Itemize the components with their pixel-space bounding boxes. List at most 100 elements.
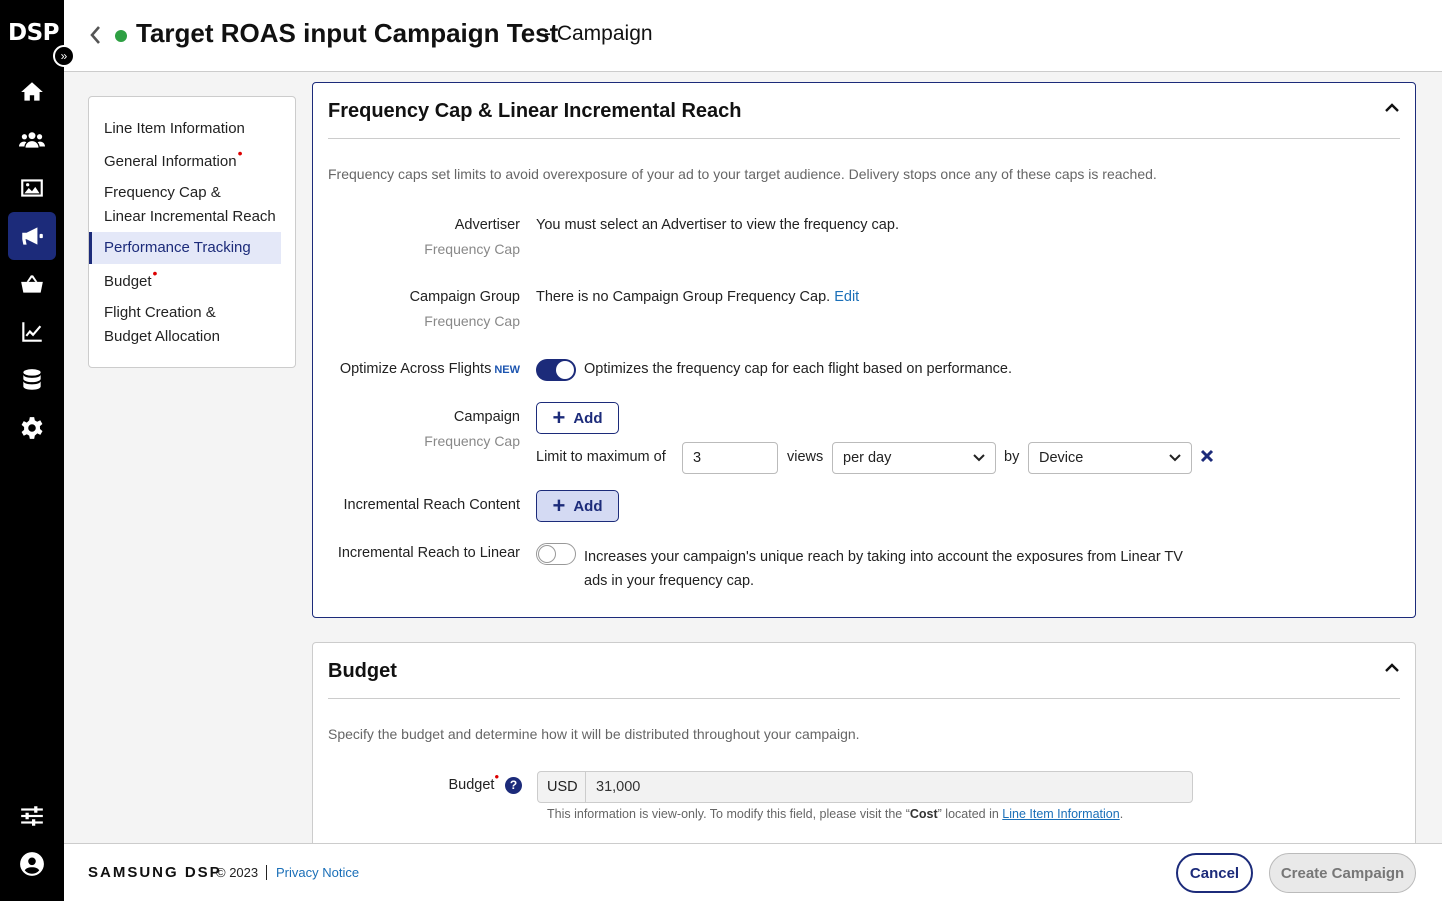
frequency-cap-description: Frequency caps set limits to avoid overe… bbox=[328, 166, 1157, 182]
edit-campaign-group-link[interactable]: Edit bbox=[834, 289, 859, 305]
budget-amount-value: 31,000 bbox=[596, 779, 641, 795]
incremental-reach-linear-label: Incremental Reach to Linear bbox=[337, 545, 520, 561]
views-label: views bbox=[787, 449, 824, 465]
collapse-chevron-up-icon[interactable] bbox=[1384, 661, 1400, 679]
campaign-group-sublabel: Frequency Cap bbox=[424, 313, 520, 329]
section-nav-label: Line Item Information bbox=[104, 120, 245, 137]
status-active-dot bbox=[115, 30, 127, 42]
audience-icon[interactable] bbox=[8, 116, 56, 164]
page-header: Target ROAS input Campaign Test - Campai… bbox=[64, 0, 1442, 72]
budget-panel-header[interactable]: Budget bbox=[328, 643, 1400, 699]
settings-gear-icon[interactable] bbox=[8, 404, 56, 452]
section-nav-general-information[interactable]: General Information• bbox=[89, 145, 281, 174]
optimize-description: Optimizes the frequency cap for each fli… bbox=[584, 361, 1012, 377]
page-title: Target ROAS input Campaign Test bbox=[136, 18, 559, 48]
collapse-chevron-up-icon[interactable] bbox=[1384, 101, 1400, 119]
budget-panel-title: Budget bbox=[328, 660, 397, 682]
page-footer: SAMSUNG DSP © 2023 Privacy Notice Cancel… bbox=[64, 843, 1442, 901]
campaign-group-text: There is no Campaign Group Frequency Cap… bbox=[536, 289, 831, 305]
frequency-limit-input[interactable]: 3 bbox=[682, 442, 778, 474]
add-button-label: Add bbox=[573, 409, 603, 427]
advertiser-value: You must select an Advertiser to view th… bbox=[536, 217, 899, 233]
help-question-icon[interactable]: ? bbox=[505, 777, 522, 794]
remove-frequency-cap-close-icon[interactable] bbox=[1200, 447, 1214, 468]
left-navigation-rail: DSP » bbox=[0, 0, 75, 901]
note-text: This information is view-only. To modify… bbox=[547, 807, 910, 821]
note-text: ” located in bbox=[937, 807, 1003, 821]
creative-image-icon[interactable] bbox=[8, 164, 56, 212]
frequency-period-select[interactable]: per day bbox=[832, 442, 996, 474]
privacy-notice-link[interactable]: Privacy Notice bbox=[276, 865, 359, 880]
chevron-down-icon bbox=[972, 451, 986, 469]
samsung-dsp-logo: SAMSUNG DSP bbox=[88, 864, 222, 881]
section-navigation: Line Item Information General Informatio… bbox=[88, 96, 296, 368]
copyright-text: © 2023 bbox=[216, 865, 268, 880]
add-campaign-frequency-cap-button[interactable]: + Add bbox=[536, 402, 619, 434]
section-nav-frequency-cap[interactable]: Frequency Cap & Linear Incremental Reach bbox=[89, 181, 281, 229]
note-bold-cost: Cost bbox=[909, 807, 938, 821]
back-chevron-icon[interactable] bbox=[88, 22, 102, 53]
currency-label: USD bbox=[538, 772, 586, 802]
add-button-label: Add bbox=[573, 497, 603, 515]
required-marker: • bbox=[152, 265, 158, 281]
by-selected-value: Device bbox=[1039, 450, 1084, 466]
frequency-cap-panel-title: Frequency Cap & Linear Incremental Reach bbox=[328, 100, 742, 122]
advertiser-sublabel: Frequency Cap bbox=[424, 241, 520, 257]
frequency-cap-panel: Frequency Cap & Linear Incremental Reach… bbox=[312, 82, 1416, 618]
section-nav-label: Flight Creation & bbox=[104, 304, 216, 321]
section-nav-label-line2: Budget Allocation bbox=[104, 328, 220, 345]
campaign-group-value: There is no Campaign Group Frequency Cap… bbox=[536, 289, 859, 305]
incremental-reach-linear-toggle[interactable] bbox=[536, 543, 576, 565]
incremental-linear-description-line1: Increases your campaign's unique reach b… bbox=[584, 549, 1183, 565]
user-account-icon[interactable] bbox=[8, 840, 56, 888]
campaign-group-label: Campaign Group bbox=[409, 289, 520, 305]
section-nav-flight-creation[interactable]: Flight Creation & Budget Allocation bbox=[89, 301, 281, 349]
database-icon[interactable] bbox=[8, 356, 56, 404]
basket-icon[interactable] bbox=[8, 260, 56, 308]
incremental-linear-description: Increases your campaign's unique reach b… bbox=[584, 545, 1183, 593]
required-marker: • bbox=[237, 145, 243, 161]
line-item-information-link[interactable]: Line Item Information bbox=[1002, 807, 1119, 821]
limit-prefix-label: Limit to maximum of bbox=[536, 449, 666, 465]
new-badge: NEW bbox=[494, 364, 520, 376]
budget-view-only-note: This information is view-only. To modify… bbox=[547, 807, 1123, 821]
section-nav-budget[interactable]: Budget• bbox=[89, 265, 281, 294]
expand-rail-button[interactable]: » bbox=[53, 45, 75, 67]
frequency-cap-panel-header[interactable]: Frequency Cap & Linear Incremental Reach bbox=[328, 83, 1400, 139]
campaign-frequency-label: Campaign bbox=[453, 409, 520, 425]
dsp-logo: DSP bbox=[8, 20, 60, 46]
section-nav-performance-tracking[interactable]: Performance Tracking bbox=[89, 232, 281, 264]
reports-chart-icon[interactable] bbox=[8, 308, 56, 356]
budget-field-label: Budget•? bbox=[300, 769, 522, 794]
advertiser-label: Advertiser bbox=[454, 217, 520, 233]
budget-description: Specify the budget and determine how it … bbox=[328, 726, 860, 742]
optimize-across-flights-toggle[interactable] bbox=[536, 359, 576, 381]
budget-label-text: Budget bbox=[448, 777, 495, 793]
optimize-across-flights-label: Optimize Across Flights NEW bbox=[300, 361, 520, 377]
section-nav-label: Budget bbox=[104, 273, 152, 290]
megaphone-icon[interactable] bbox=[8, 212, 56, 260]
section-nav-line-item-information[interactable]: Line Item Information bbox=[89, 117, 281, 141]
frequency-by-select[interactable]: Device bbox=[1028, 442, 1192, 474]
incremental-linear-description-line2: ads in your frequency cap. bbox=[584, 573, 755, 589]
plus-icon: + bbox=[552, 405, 566, 430]
cancel-button[interactable]: Cancel bbox=[1176, 853, 1253, 893]
page-subtitle: - Campaign bbox=[544, 22, 653, 45]
section-nav-label: General Information bbox=[104, 153, 237, 170]
budget-amount-field: USD 31,000 bbox=[537, 771, 1193, 803]
toggle-knob bbox=[538, 544, 556, 563]
add-incremental-reach-content-button[interactable]: + Add bbox=[536, 490, 619, 522]
note-text: . bbox=[1119, 807, 1124, 821]
by-label: by bbox=[1004, 449, 1020, 465]
section-nav-label: Frequency Cap & bbox=[104, 184, 221, 201]
plus-icon: + bbox=[552, 493, 566, 518]
section-nav-label-line2: Linear Incremental Reach bbox=[104, 208, 276, 225]
period-selected-value: per day bbox=[843, 450, 892, 466]
create-campaign-button[interactable]: Create Campaign bbox=[1269, 853, 1416, 893]
section-nav-label: Performance Tracking bbox=[104, 239, 251, 256]
home-icon[interactable] bbox=[8, 68, 56, 116]
required-marker: • bbox=[494, 769, 499, 784]
chevron-down-icon bbox=[1168, 451, 1182, 469]
sliders-icon[interactable] bbox=[8, 792, 56, 840]
toggle-knob bbox=[556, 361, 574, 379]
